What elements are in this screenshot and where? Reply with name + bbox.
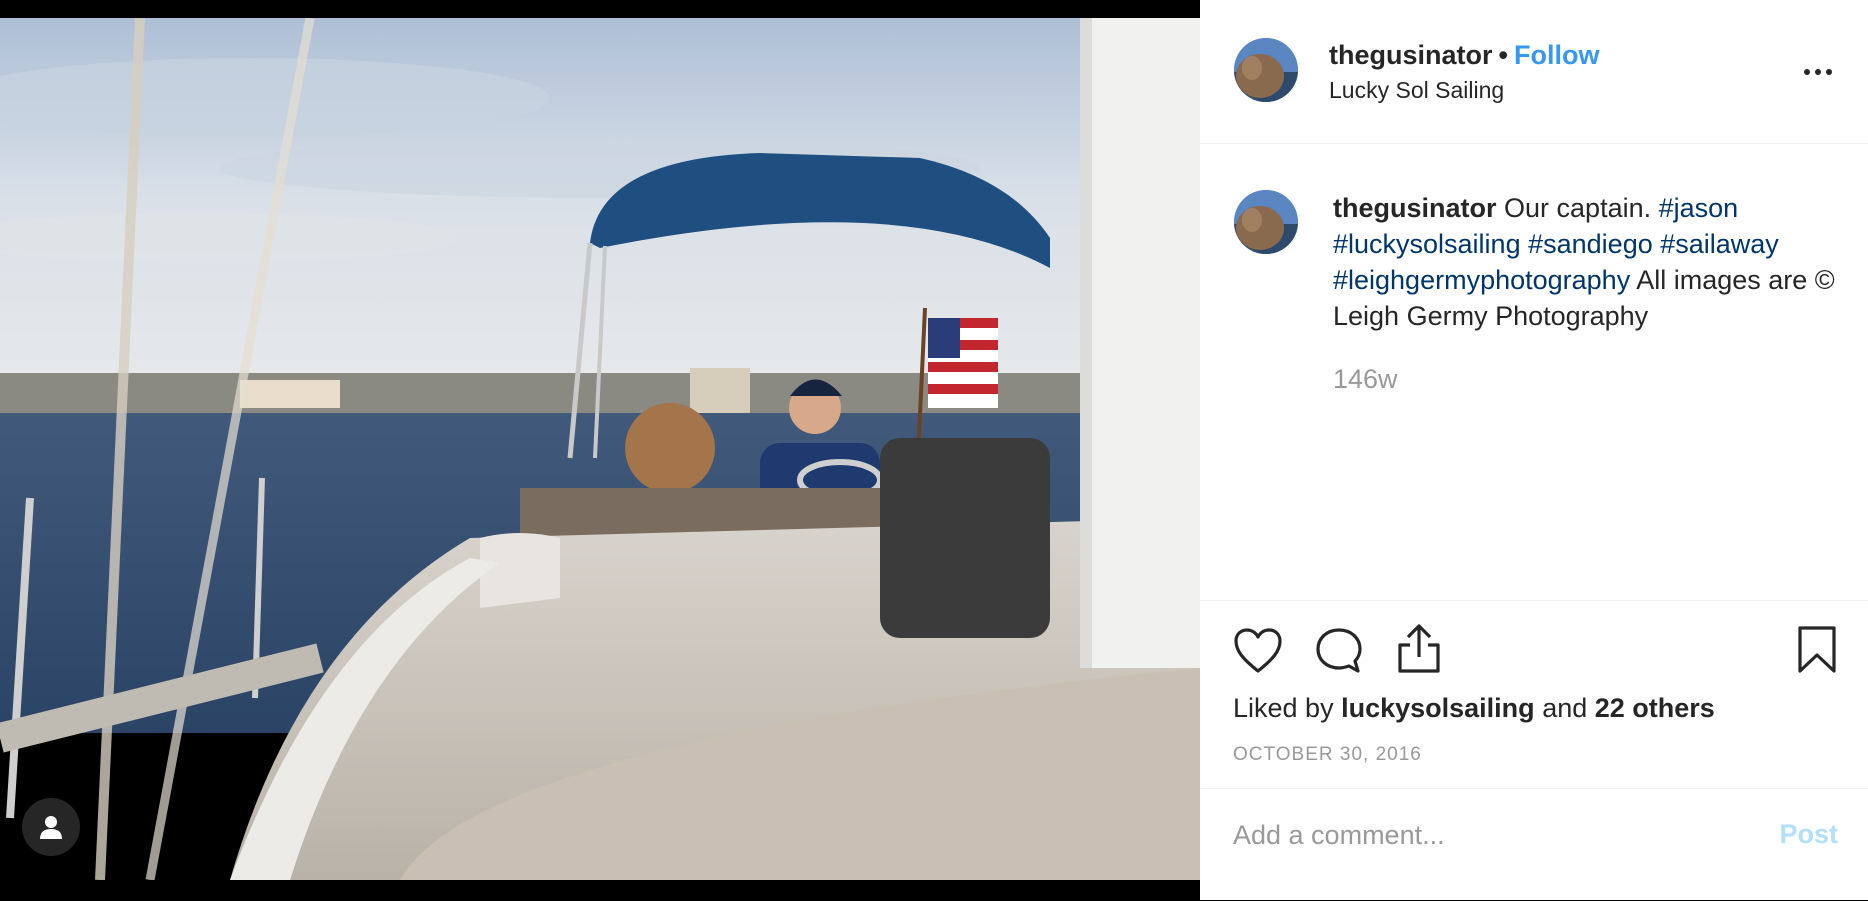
hashtag-link[interactable]: #luckysolsailing [1333,229,1521,259]
comment-button[interactable] [1314,627,1364,675]
post-media [0,0,1200,900]
caption-time-ago[interactable]: 146w [1333,364,1398,395]
post-comment-button[interactable]: Post [1779,819,1838,850]
post-caption: thegusinator Our captain. #jason #luckys… [1333,190,1843,334]
add-comment-bar: Post [1200,788,1868,901]
tagged-user-button[interactable] [22,798,80,856]
bookmark-icon [1798,626,1836,673]
separator-dot: • [1498,40,1508,70]
heart-icon [1234,628,1282,673]
avatar[interactable] [1234,38,1298,102]
user-silhouette-icon [40,816,62,839]
username-link[interactable]: thegusinator [1329,40,1493,70]
post-photo[interactable] [0,18,1200,880]
likes-middle: and [1542,693,1588,723]
share-icon [1398,624,1440,673]
location-link[interactable]: Lucky Sol Sailing [1329,77,1504,104]
likes-prefix: Liked by [1233,693,1334,723]
share-button[interactable] [1394,623,1444,675]
more-options-icon[interactable] [1798,60,1838,84]
caption-text: Our captain. [1504,193,1652,223]
post-header: thegusinator • Follow Lucky Sol Sailing [1200,0,1868,144]
likes-summary: Liked by luckysolsailing and 22 others [1233,693,1715,724]
comment-input[interactable] [1233,815,1733,855]
follow-button[interactable]: Follow [1514,40,1599,70]
like-button[interactable] [1233,627,1283,675]
comments-section: thegusinator Our captain. #jason #luckys… [1200,144,1868,599]
sailboat-photo [0,18,1200,880]
hashtag-link[interactable]: #sailaway [1660,229,1779,259]
hashtag-link[interactable]: #leighgermyphotography [1333,265,1630,295]
save-button[interactable] [1796,625,1838,675]
liker-username[interactable]: luckysolsailing [1341,693,1535,723]
header-username-row: thegusinator • Follow [1329,40,1599,71]
post-side-panel: thegusinator • Follow Lucky Sol Sailing th… [1200,0,1868,900]
comment-bubble-icon [1316,628,1362,673]
likes-others-link[interactable]: 22 others [1595,693,1715,723]
caption-username[interactable]: thegusinator [1333,193,1497,223]
hashtag-link[interactable]: #sandiego [1528,229,1653,259]
post-actions: Liked by luckysolsailing and 22 others O… [1200,600,1868,788]
post-date[interactable]: OCTOBER 30, 2016 [1233,744,1422,766]
avatar[interactable] [1234,190,1298,254]
hashtag-link[interactable]: #jason [1659,193,1739,223]
